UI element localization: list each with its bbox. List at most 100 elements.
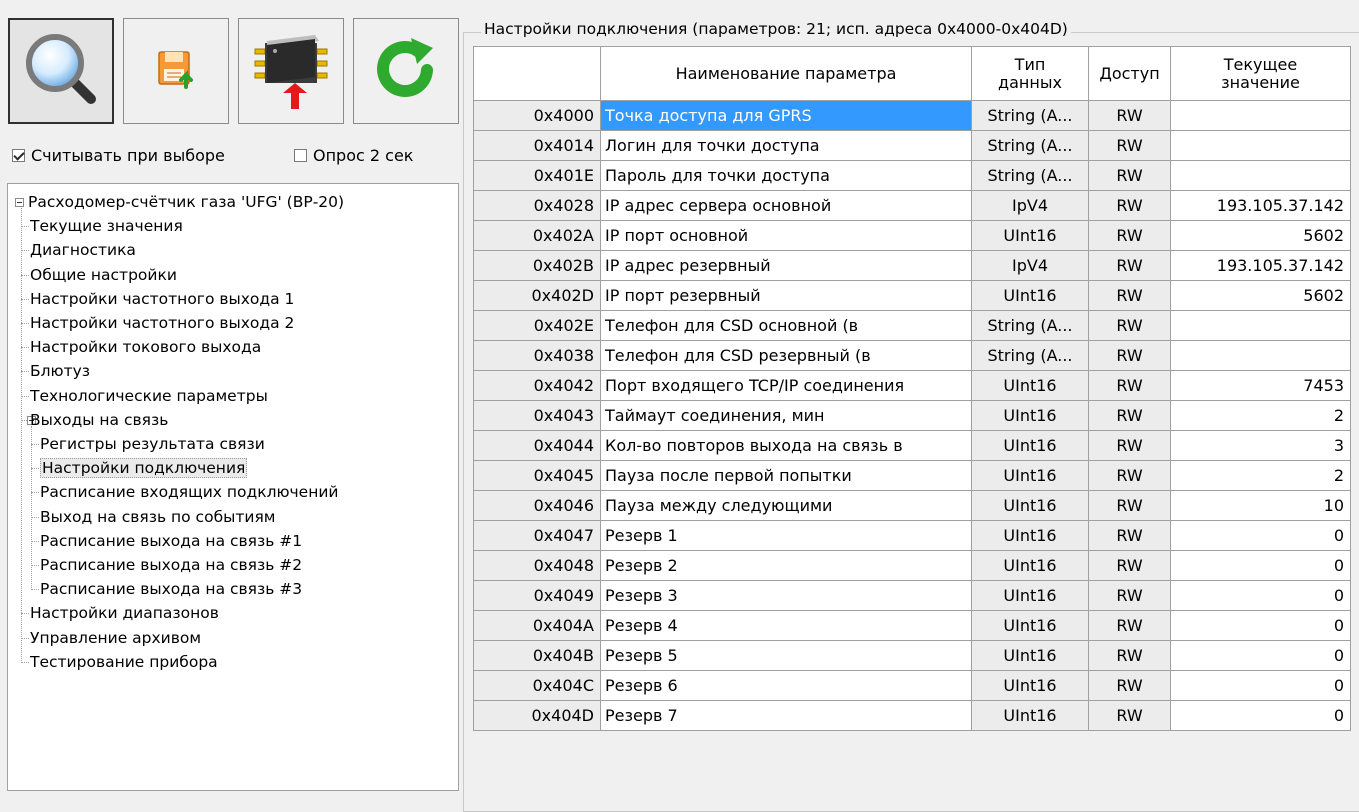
tree-item[interactable]: Тестирование прибора (30, 652, 218, 672)
cell-value[interactable]: 0 (1170, 610, 1351, 641)
cell-address[interactable]: 0x4048 (473, 550, 601, 581)
cell-value[interactable]: 0 (1170, 700, 1351, 731)
cell-name[interactable]: Резерв 7 (600, 700, 972, 731)
cell-value[interactable] (1170, 310, 1351, 341)
cell-access[interactable]: RW (1088, 130, 1171, 161)
tree-subitem[interactable]: Регистры результата связи (40, 434, 265, 454)
cell-name[interactable]: IP адрес резервный (600, 250, 972, 281)
cell-value[interactable] (1170, 340, 1351, 371)
table-row[interactable]: 0x4028 IP адрес сервера основной IpV4 RW… (473, 190, 1351, 221)
cell-name[interactable]: Логин для точки доступа (600, 130, 972, 161)
cell-value[interactable] (1170, 160, 1351, 191)
cell-access[interactable]: RW (1088, 340, 1171, 371)
cell-access[interactable]: RW (1088, 190, 1171, 221)
tree-item[interactable]: Управление архивом (30, 628, 201, 648)
cell-type[interactable]: UInt16 (971, 430, 1089, 461)
table-row[interactable]: 0x401E Пароль для точки доступа String (… (473, 160, 1351, 191)
cell-type[interactable]: IpV4 (971, 250, 1089, 281)
table-row[interactable]: 0x4045 Пауза после первой попытки UInt16… (473, 460, 1351, 491)
tree-item[interactable]: Блютуз (30, 361, 90, 381)
table-row[interactable]: 0x4043 Таймаут соединения, мин UInt16 RW… (473, 400, 1351, 431)
cell-address[interactable]: 0x402B (473, 250, 601, 281)
header-value[interactable]: Текущее значение (1170, 46, 1351, 101)
refresh-button[interactable] (353, 18, 459, 124)
tree-root[interactable]: Расходомер-счётчик газа 'UFG' (ВР-20) (28, 192, 344, 212)
save-button[interactable] (123, 18, 229, 124)
checkbox-unchecked-icon[interactable] (294, 149, 307, 162)
cell-name[interactable]: Таймаут соединения, мин (600, 400, 972, 431)
table-row[interactable]: 0x404D Резерв 7 UInt16 RW 0 (473, 700, 1351, 731)
cell-name[interactable]: Телефон для CSD основной (в (600, 310, 972, 341)
cell-value[interactable] (1170, 100, 1351, 131)
cell-name[interactable]: IP адрес сервера основной (600, 190, 972, 221)
cell-type[interactable]: UInt16 (971, 700, 1089, 731)
cell-name[interactable]: IP порт резервный (600, 280, 972, 311)
cell-name[interactable]: Пароль для точки доступа (600, 160, 972, 191)
cell-access[interactable]: RW (1088, 490, 1171, 521)
table-row[interactable]: 0x402D IP порт резервный UInt16 RW 5602 (473, 280, 1351, 311)
cell-value[interactable]: 10 (1170, 490, 1351, 521)
cell-type[interactable]: UInt16 (971, 460, 1089, 491)
tree-subitem[interactable]: Настройки подключения (40, 458, 248, 479)
cell-access[interactable]: RW (1088, 670, 1171, 701)
table-row[interactable]: 0x402B IP адрес резервный IpV4 RW 193.10… (473, 250, 1351, 281)
cell-type[interactable]: UInt16 (971, 400, 1089, 431)
cell-name[interactable]: Точка доступа для GPRS (600, 100, 972, 131)
table-row[interactable]: 0x4047 Резерв 1 UInt16 RW 0 (473, 520, 1351, 551)
cell-address[interactable]: 0x4049 (473, 580, 601, 611)
cell-access[interactable]: RW (1088, 250, 1171, 281)
table-row[interactable]: 0x404B Резерв 5 UInt16 RW 0 (473, 640, 1351, 671)
cell-address[interactable]: 0x404A (473, 610, 601, 641)
cell-type[interactable]: UInt16 (971, 280, 1089, 311)
device-tree[interactable]: Расходомер-счётчик газа 'UFG' (ВР-20) Тек… (7, 183, 459, 791)
cell-name[interactable]: IP порт основной (600, 220, 972, 251)
cell-value[interactable]: 0 (1170, 670, 1351, 701)
cell-address[interactable]: 0x404D (473, 700, 601, 731)
table-row[interactable]: 0x4044 Кол-во повторов выхода на связь в… (473, 430, 1351, 461)
table-row[interactable]: 0x4038 Телефон для CSD резервный (в Stri… (473, 340, 1351, 371)
table-row[interactable]: 0x404C Резерв 6 UInt16 RW 0 (473, 670, 1351, 701)
cell-address[interactable]: 0x404C (473, 670, 601, 701)
cell-type[interactable]: UInt16 (971, 490, 1089, 521)
tree-subitem[interactable]: Расписание выхода на связь #3 (40, 579, 302, 599)
cell-access[interactable]: RW (1088, 520, 1171, 551)
cell-name[interactable]: Резерв 4 (600, 610, 972, 641)
cell-access[interactable]: RW (1088, 460, 1171, 491)
table-row[interactable]: 0x4042 Порт входящего TCP/IP соединения … (473, 370, 1351, 401)
table-row[interactable]: 0x4000 Точка доступа для GPRS String (A.… (473, 100, 1351, 131)
cell-address[interactable]: 0x4047 (473, 520, 601, 551)
cell-value[interactable]: 3 (1170, 430, 1351, 461)
cell-name[interactable]: Резерв 1 (600, 520, 972, 551)
cell-value[interactable] (1170, 130, 1351, 161)
tree-item[interactable]: Текущие значения (30, 216, 183, 236)
cell-type[interactable]: IpV4 (971, 190, 1089, 221)
cell-type[interactable]: String (A... (971, 160, 1089, 191)
cell-type[interactable]: UInt16 (971, 670, 1089, 701)
header-address[interactable] (473, 46, 601, 101)
cell-name[interactable]: Резерв 6 (600, 670, 972, 701)
cell-value[interactable]: 193.105.37.142 (1170, 250, 1351, 281)
tree-subitem[interactable]: Расписание выхода на связь #2 (40, 555, 302, 575)
cell-type[interactable]: UInt16 (971, 370, 1089, 401)
cell-address[interactable]: 0x4042 (473, 370, 601, 401)
cell-address[interactable]: 0x402E (473, 310, 601, 341)
cell-name[interactable]: Телефон для CSD резервный (в (600, 340, 972, 371)
cell-type[interactable]: UInt16 (971, 550, 1089, 581)
cell-access[interactable]: RW (1088, 700, 1171, 731)
cell-address[interactable]: 0x4028 (473, 190, 601, 221)
write-device-button[interactable] (238, 18, 344, 124)
cell-value[interactable]: 5602 (1170, 220, 1351, 251)
cell-access[interactable]: RW (1088, 580, 1171, 611)
tree-subitem[interactable]: Выход на связь по событиям (40, 507, 275, 527)
cell-value[interactable]: 0 (1170, 550, 1351, 581)
cell-access[interactable]: RW (1088, 310, 1171, 341)
cell-type[interactable]: String (A... (971, 100, 1089, 131)
table-row[interactable]: 0x404A Резерв 4 UInt16 RW 0 (473, 610, 1351, 641)
tree-item[interactable]: Диагностика (30, 240, 136, 260)
cell-value[interactable]: 0 (1170, 520, 1351, 551)
table-row[interactable]: 0x4014 Логин для точки доступа String (A… (473, 130, 1351, 161)
cell-value[interactable]: 7453 (1170, 370, 1351, 401)
tree-subitem[interactable]: Расписание входящих подключений (40, 482, 339, 502)
table-row[interactable]: 0x4046 Пауза между следующими UInt16 RW … (473, 490, 1351, 521)
table-row[interactable]: 0x4049 Резерв 3 UInt16 RW 0 (473, 580, 1351, 611)
